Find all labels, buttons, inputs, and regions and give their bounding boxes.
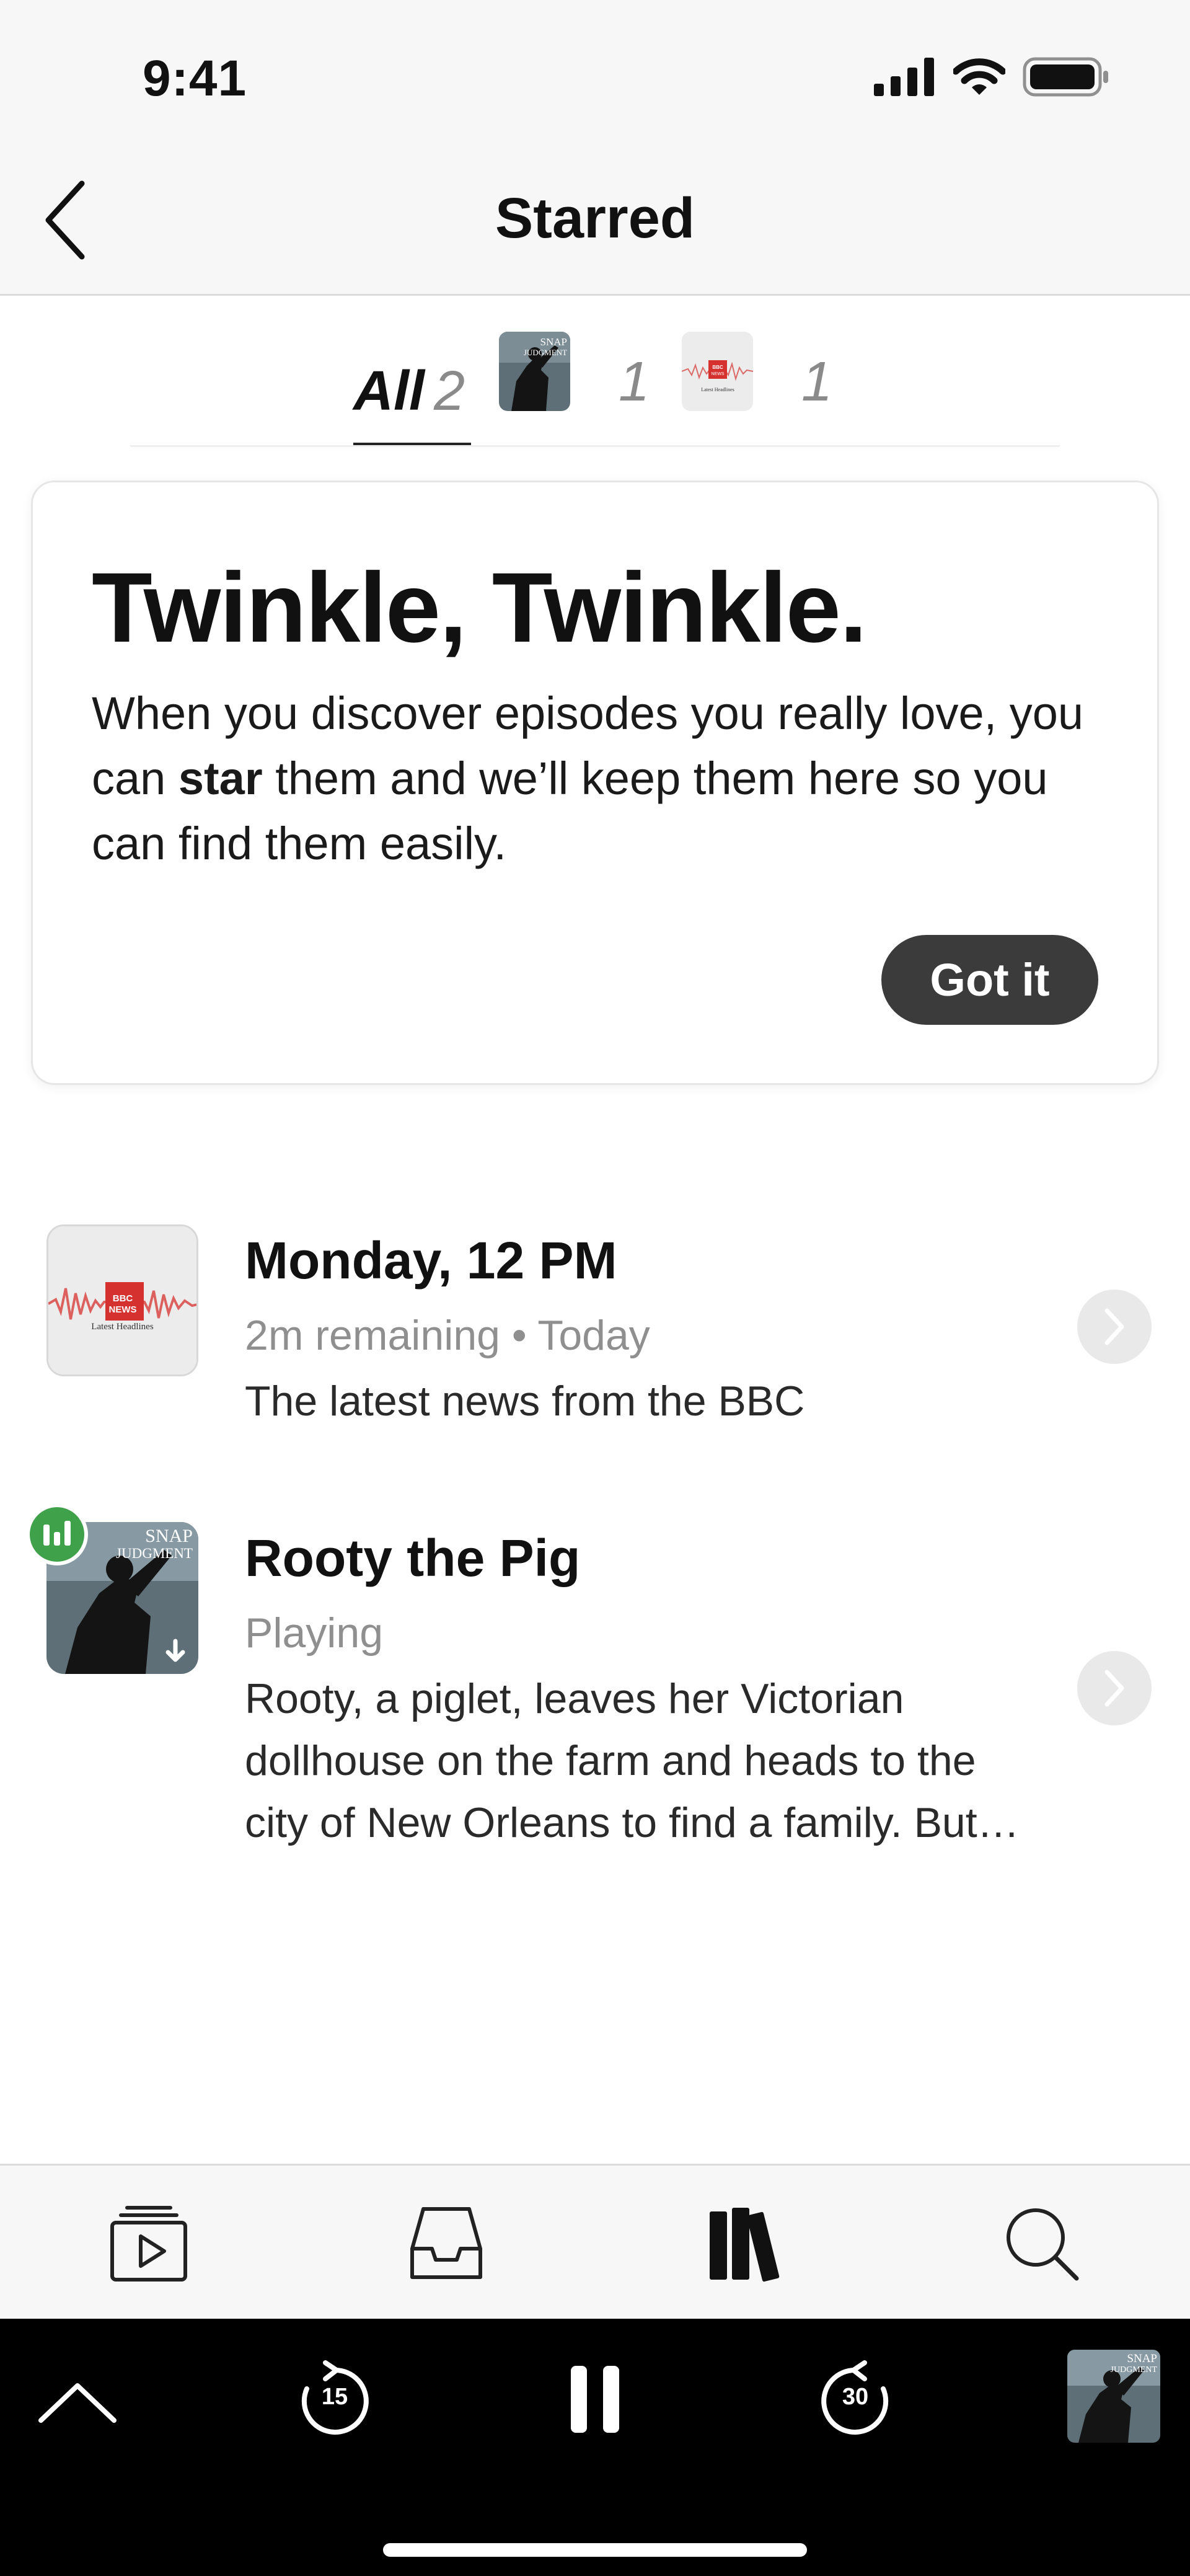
tab-inbox[interactable] [403,2200,490,2286]
tab-all[interactable]: All 2 [353,341,471,446]
episode-meta: 2m remaining • Today [245,1312,650,1359]
status-time: 9:41 [143,50,247,107]
expand-player-button[interactable] [34,2368,121,2437]
tab-library[interactable] [700,2200,787,2286]
playing-indicator-icon [26,1503,88,1565]
tab-search[interactable] [998,2200,1085,2286]
now-playing-artwork[interactable]: SNAP JUDGMENT [1067,2350,1160,2443]
tabs-divider [130,445,1060,447]
chevron-right-icon [1104,1670,1124,1707]
svg-text:JUDGMENT: JUDGMENT [524,348,567,357]
episode-description: Rooty, a piglet, leaves her Victorian do… [245,1675,1020,1846]
battery-icon [1023,57,1108,97]
tab-podcast-count: 1 [801,351,833,413]
snap-judgment-artwork: SNAP JUDGMENT [1067,2350,1160,2443]
tab-podcast-bbc[interactable]: BBC NEWS Latest Headlines [682,332,753,411]
episode-row[interactable]: BBC NEWS Latest Headlines Monday, 12 PM … [0,1212,1190,1460]
home-indicator [383,2543,807,2557]
bbc-news-artwork: BBC NEWS Latest Headlines [682,332,753,411]
tab-all-count: 2 [434,360,465,422]
header: 9:41 Starred [0,0,1190,296]
card-title: Twinkle, Twinkle. [92,552,867,663]
episode-detail-button[interactable] [1077,1290,1152,1364]
tab-bar [0,2164,1190,2319]
tab-podcast-snap-judgment[interactable]: SNAP JUDGMENT [499,332,570,411]
episode-description: The latest news from the BBC [245,1378,805,1425]
inbox-icon [410,2207,482,2279]
pause-icon [571,2366,619,2433]
bbc-brand-mark: BBC NEWS [104,1293,142,1316]
art-line1: SNAP [145,1526,193,1546]
pause-button[interactable] [555,2356,635,2443]
episode-detail-button[interactable] [1077,1651,1152,1725]
episode-meta: Playing [245,1609,384,1657]
episode-title: Monday, 12 PM [245,1231,617,1290]
skip-forward-seconds: 30 [842,2384,869,2410]
tab-all-label: All [353,360,425,422]
wifi-icon [953,58,1005,95]
art-sub: NEWS [108,1304,137,1315]
svg-text:SNAP: SNAP [540,336,567,348]
tab-now-playing[interactable] [105,2200,192,2286]
status-icons [874,57,1109,97]
snap-judgment-artwork: SNAP JUDGMENT [499,332,570,411]
library-icon [710,2208,780,2282]
search-icon [1007,2208,1079,2281]
page-title: Starred [495,187,695,250]
tab-podcast-count: 1 [619,351,650,413]
mini-player: 15 30 SNAP JUDGMENT [0,2319,1190,2576]
svg-text:NEWS: NEWS [712,372,725,376]
art-line2: JUDGMENT [1111,2365,1158,2375]
filter-tabs: All 2 SNAP JUDGMENT 1 BBC NEWS Latest He… [0,322,1190,447]
art-line1: SNAP [1127,2352,1157,2365]
got-it-button[interactable]: Got it [881,935,1098,1025]
onboarding-card: Twinkle, Twinkle. When you discover epis… [31,480,1159,1085]
signal-icon [874,58,934,96]
art-line2: JUDGMENT [116,1546,193,1561]
episode-row[interactable]: SNAP JUDGMENT Rooty the Pig Playing Root… [0,1503,1190,1879]
chevron-up-icon [38,2383,117,2423]
art-brand: BBC [112,1293,133,1304]
art-caption: Latest Headlines [91,1322,154,1332]
episode-title: Rooty the Pig [245,1529,581,1587]
card-body-emphasis: star [178,753,263,804]
card-body: When you discover episodes you really lo… [92,681,1114,876]
skip-back-seconds: 15 [321,2384,348,2410]
svg-text:BBC: BBC [712,365,723,370]
chevron-right-icon [1104,1308,1124,1345]
now-playing-icon [110,2206,187,2282]
svg-text:Latest Headlines: Latest Headlines [701,387,734,392]
